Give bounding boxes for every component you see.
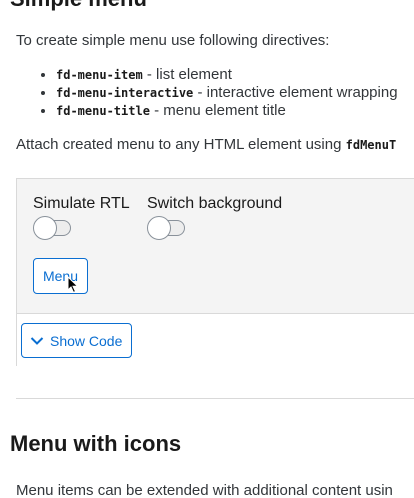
directive-desc: - list element xyxy=(142,66,232,83)
directives-list: fd-menu-item - list element fd-menu-inte… xyxy=(16,66,398,120)
directive-code: fd-menu-title xyxy=(56,104,150,118)
switch-rtl-toggle[interactable] xyxy=(33,216,73,240)
example-panel: Simulate RTL Switch background Menu Show xyxy=(16,178,414,367)
list-item: fd-menu-item - list element xyxy=(56,66,398,84)
switch-background-label: Switch background xyxy=(147,195,283,212)
switch-group-background: Switch background xyxy=(147,195,282,240)
switch-background-toggle[interactable] xyxy=(147,216,187,240)
switch-knob xyxy=(33,216,57,240)
directive-desc: - menu element title xyxy=(149,102,286,119)
attach-text-label: Attach created menu to any HTML element … xyxy=(16,136,346,153)
directive-code: fd-menu-interactive xyxy=(56,86,194,100)
chevron-down-icon xyxy=(30,336,44,345)
attach-directive-code: fdMenuT xyxy=(345,138,397,152)
section-divider xyxy=(16,398,414,399)
menu-icons-description: Menu items can be extended with addition… xyxy=(16,482,393,498)
list-item: fd-menu-interactive - interactive elemen… xyxy=(56,84,398,102)
show-code-label: Show Code xyxy=(50,332,123,349)
attach-text: Attach created menu to any HTML element … xyxy=(16,136,396,153)
switch-group-rtl: Simulate RTL xyxy=(33,195,130,240)
directive-desc: - interactive element wrapping xyxy=(193,84,398,101)
section-heading-menu-with-icons: Menu with icons xyxy=(10,431,182,456)
switch-rtl-label: Simulate RTL xyxy=(33,195,130,212)
list-item: fd-menu-title - menu element title xyxy=(56,102,398,120)
section-heading-simple-menu: Simple menu xyxy=(10,0,147,12)
page: Simple menu To create simple menu use fo… xyxy=(0,0,414,498)
show-code-button[interactable]: Show Code xyxy=(21,323,132,358)
mouse-cursor-icon xyxy=(67,276,79,294)
directive-code: fd-menu-item xyxy=(56,68,143,82)
switch-knob xyxy=(147,216,171,240)
example-footer: Show Code xyxy=(17,313,414,367)
intro-text: To create simple menu use following dire… xyxy=(16,32,330,49)
menu-button[interactable]: Menu xyxy=(33,258,88,294)
